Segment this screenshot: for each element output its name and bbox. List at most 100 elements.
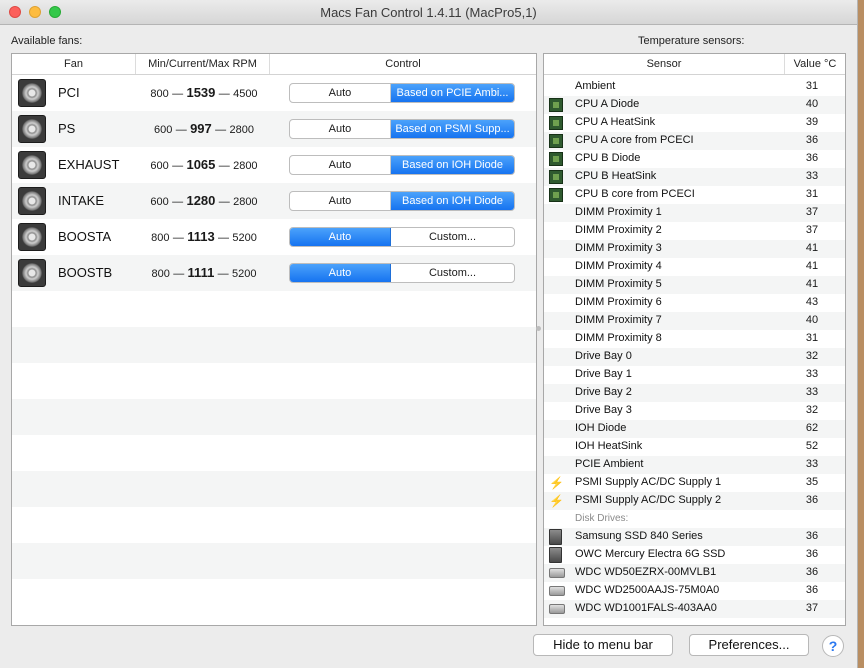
sensor-name: DIMM Proximity 1	[575, 206, 662, 218]
sensor-name: DIMM Proximity 7	[575, 314, 662, 326]
ssd-drive-icon	[549, 529, 562, 545]
split-view-divider[interactable]	[536, 326, 541, 331]
help-button[interactable]: ?	[822, 635, 844, 657]
fan-min-rpm: 800	[151, 232, 170, 244]
custom-control-button[interactable]: Based on PCIE Ambi...	[391, 84, 514, 102]
sensor-row: IOH HeatSink 52	[544, 438, 845, 456]
rpm-separator: —	[218, 160, 230, 172]
sensor-row: CPU A core from PCECI 36	[544, 132, 845, 150]
sensors-section-label: Temperature sensors:	[638, 35, 745, 47]
sensor-value: 41	[805, 260, 819, 272]
fan-control-segmented[interactable]: Auto Custom...	[289, 263, 515, 283]
title-bar: Macs Fan Control 1.4.11 (MacPro5,1)	[0, 0, 857, 25]
hard-disk-icon	[549, 568, 565, 578]
cpu-chip-icon	[549, 170, 563, 184]
sensor-name: PSMI Supply AC/DC Supply 1	[575, 476, 722, 488]
fan-max-rpm: 5200	[232, 232, 257, 244]
rpm-separator: —	[218, 88, 230, 100]
sensor-row: CPU A HeatSink 39	[544, 114, 845, 132]
sensor-value: 33	[805, 458, 819, 470]
sensor-value: 33	[805, 170, 819, 182]
sensor-value: 43	[805, 296, 819, 308]
app-window: Macs Fan Control 1.4.11 (MacPro5,1) Avai…	[0, 0, 858, 668]
fan-max-rpm: 2800	[233, 196, 258, 208]
fan-control-segmented[interactable]: Auto Based on PSMI Supp...	[289, 119, 515, 139]
sensor-row: CPU B Diode 36	[544, 150, 845, 168]
sensor-row: CPU B core from PCECI 31	[544, 186, 845, 204]
sensor-row: Drive Bay 1 33	[544, 366, 845, 384]
custom-control-button[interactable]: Based on IOH Diode	[391, 192, 514, 210]
empty-row	[12, 435, 536, 471]
custom-control-button[interactable]: Custom...	[391, 264, 514, 282]
custom-control-button[interactable]: Custom...	[391, 228, 514, 246]
hide-to-menu-bar-button[interactable]: Hide to menu bar	[533, 634, 673, 656]
sensor-group-header: Disk Drives:	[544, 510, 845, 528]
column-header-value[interactable]: Value °C	[785, 54, 845, 74]
fan-max-rpm: 2800	[229, 124, 254, 136]
fan-control-segmented[interactable]: Auto Based on IOH Diode	[289, 155, 515, 175]
sensor-row: ⚡ PSMI Supply AC/DC Supply 2 36	[544, 492, 845, 510]
sensor-value: 36	[805, 548, 819, 560]
disk-drives-group-label: Disk Drives:	[575, 513, 629, 524]
sensors-table: Sensor Value °C Ambient 31 CPU A Diode 40 CP…	[543, 53, 846, 626]
preferences-button[interactable]: Preferences...	[689, 634, 809, 656]
auto-control-button[interactable]: Auto	[290, 264, 391, 282]
fan-min-rpm: 600	[154, 124, 173, 136]
sensor-name: DIMM Proximity 8	[575, 332, 662, 344]
sensor-value: 36	[805, 584, 819, 596]
fan-min-rpm: 800	[151, 268, 170, 280]
fan-control-segmented[interactable]: Auto Based on PCIE Ambi...	[289, 83, 515, 103]
fan-max-rpm: 2800	[233, 160, 258, 172]
custom-control-button[interactable]: Based on IOH Diode	[391, 156, 514, 174]
auto-control-button[interactable]: Auto	[290, 84, 391, 102]
column-header-control[interactable]: Control	[270, 54, 536, 74]
fan-control-segmented[interactable]: Auto Based on IOH Diode	[289, 191, 515, 211]
auto-control-button[interactable]: Auto	[290, 192, 391, 210]
column-header-rpm[interactable]: Min/Current/Max RPM	[136, 54, 270, 74]
sensor-row: DIMM Proximity 5 41	[544, 276, 845, 294]
fan-min-rpm: 800	[150, 88, 169, 100]
sensor-row: IOH Diode 62	[544, 420, 845, 438]
sensor-value: 36	[805, 134, 819, 146]
sensor-name: CPU B HeatSink	[575, 170, 657, 182]
sensor-name: WDC WD50EZRX-00MVLB1	[575, 566, 717, 578]
sensor-name: IOH Diode	[575, 422, 627, 434]
sensor-name: PSMI Supply AC/DC Supply 2	[575, 494, 722, 506]
sensor-name: DIMM Proximity 4	[575, 260, 662, 272]
rpm-separator: —	[218, 196, 230, 208]
fan-row: BOOSTA 800 — 1113 — 5200 Auto Custom...	[12, 219, 536, 255]
sensor-value: 39	[805, 116, 819, 128]
sensor-row: CPU B HeatSink 33	[544, 168, 845, 186]
sensor-row: Ambient 31	[544, 78, 845, 96]
sensor-row: ⚡ PSMI Supply AC/DC Supply 1 35	[544, 474, 845, 492]
fans-table: Fan Min/Current/Max RPM Control PCI 800 —…	[11, 53, 537, 626]
sensor-name: DIMM Proximity 5	[575, 278, 662, 290]
sensor-row: Drive Bay 0 32	[544, 348, 845, 366]
sensor-name: DIMM Proximity 2	[575, 224, 662, 236]
empty-row	[12, 507, 536, 543]
sensor-value: 37	[805, 602, 819, 614]
sensor-row: DIMM Proximity 4 41	[544, 258, 845, 276]
fan-icon	[18, 187, 46, 215]
column-header-sensor[interactable]: Sensor	[544, 54, 785, 74]
custom-control-button[interactable]: Based on PSMI Supp...	[391, 120, 514, 138]
sensor-value: 62	[805, 422, 819, 434]
sensor-value: 41	[805, 242, 819, 254]
auto-control-button[interactable]: Auto	[290, 228, 391, 246]
rpm-separator: —	[172, 88, 184, 100]
sensor-value: 31	[805, 332, 819, 344]
sensor-value: 37	[805, 206, 819, 218]
auto-control-button[interactable]: Auto	[290, 120, 391, 138]
sensor-name: DIMM Proximity 3	[575, 242, 662, 254]
rpm-separator: —	[217, 268, 229, 280]
hard-disk-icon	[549, 604, 565, 614]
sensor-row: DIMM Proximity 2 37	[544, 222, 845, 240]
cpu-chip-icon	[549, 134, 563, 148]
auto-control-button[interactable]: Auto	[290, 156, 391, 174]
fan-rpm: 600 — 1280 — 2800	[140, 193, 268, 208]
sensor-row: DIMM Proximity 6 43	[544, 294, 845, 312]
rpm-separator: —	[218, 232, 230, 244]
fan-control-segmented[interactable]: Auto Custom...	[289, 227, 515, 247]
sensor-name: PCIE Ambient	[575, 458, 644, 470]
column-header-fan[interactable]: Fan	[12, 54, 136, 74]
